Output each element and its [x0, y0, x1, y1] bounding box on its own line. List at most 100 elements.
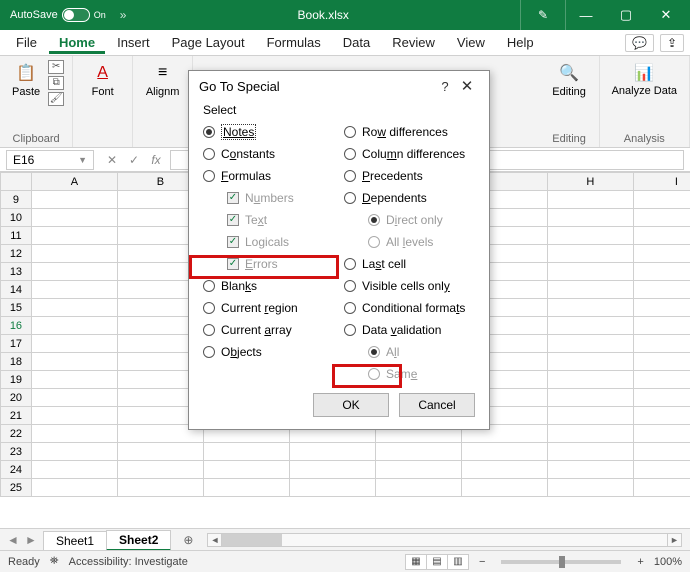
tab-pagelayout[interactable]: Page Layout — [162, 31, 255, 54]
cancel-button[interactable]: Cancel — [399, 393, 475, 417]
close-window-button[interactable]: ✕ — [646, 0, 686, 30]
ok-button[interactable]: OK — [313, 393, 389, 417]
option-constants[interactable]: Constants — [203, 145, 334, 163]
option-precedents[interactable]: Precedents — [344, 167, 475, 185]
sheet-tab-sheet1[interactable]: Sheet1 — [43, 531, 107, 550]
hscroll-right-icon[interactable]: ► — [667, 534, 681, 546]
zoom-level[interactable]: 100% — [654, 556, 682, 568]
editing-button[interactable]: 🔍 Editing — [548, 60, 591, 100]
hscroll-thumb[interactable] — [222, 534, 282, 546]
maximize-button[interactable]: ▢ — [606, 0, 646, 30]
formula-cancel[interactable]: ✕ — [102, 151, 122, 169]
format-painter-icon[interactable]: 🖌 — [48, 92, 64, 106]
minimize-button[interactable]: — — [566, 0, 606, 30]
alignment-button[interactable]: ≡ Alignm — [141, 60, 184, 100]
view-pagelayout-icon[interactable]: ▤ — [426, 554, 448, 570]
paste-button[interactable]: 📋 Paste — [8, 60, 44, 100]
option-dependents[interactable]: Dependents — [344, 189, 475, 207]
zoom-slider[interactable] — [501, 560, 621, 564]
option-visible-cells[interactable]: Visible cells only — [344, 277, 475, 295]
horizontal-scrollbar[interactable]: ◄ ► — [207, 533, 682, 547]
row-header[interactable]: 12 — [1, 245, 32, 263]
qat-more[interactable]: » — [120, 8, 127, 22]
accessibility-icon[interactable]: ⛯ — [50, 555, 59, 568]
tab-view[interactable]: View — [447, 31, 495, 54]
option-last-cell[interactable]: Last cell — [344, 255, 475, 273]
row-header[interactable]: 13 — [1, 263, 32, 281]
checkbox-icon: ✓ — [227, 192, 239, 204]
view-pagebreak-icon[interactable]: ▥ — [447, 554, 469, 570]
row-header[interactable]: 20 — [1, 389, 32, 407]
add-sheet-button[interactable]: ⊕ — [177, 533, 199, 547]
tab-review[interactable]: Review — [382, 31, 445, 54]
autosave-switch[interactable] — [62, 8, 90, 22]
row-header[interactable]: 24 — [1, 461, 32, 479]
comments-button[interactable]: 💬 — [625, 34, 654, 52]
tab-formulas[interactable]: Formulas — [257, 31, 331, 54]
radio-icon — [344, 126, 356, 138]
hscroll-left-icon[interactable]: ◄ — [208, 534, 222, 546]
zoom-in[interactable]: + — [637, 556, 643, 568]
option-notes[interactable]: Notes — [203, 123, 334, 141]
sheet-tab-sheet2[interactable]: Sheet2 — [106, 530, 171, 551]
name-box-dropdown-icon[interactable]: ▼ — [78, 155, 87, 165]
row-header[interactable]: 15 — [1, 299, 32, 317]
row-header[interactable]: 21 — [1, 407, 32, 425]
analyze-data-button[interactable]: 📊 Analyze Data — [608, 60, 681, 99]
font-button[interactable]: A Font — [81, 60, 124, 100]
accessibility-status[interactable]: Accessibility: Investigate — [69, 556, 188, 568]
option-text: ✓Text — [203, 211, 334, 229]
row-header[interactable]: 16 — [1, 317, 32, 335]
option-formulas[interactable]: Formulas — [203, 167, 334, 185]
option-current-region[interactable]: Current region — [203, 299, 334, 317]
view-normal-icon[interactable]: ▦ — [405, 554, 427, 570]
row-header[interactable]: 17 — [1, 335, 32, 353]
option-objects-label: Objects — [221, 345, 262, 359]
dialog-close-button[interactable]: ✕ — [455, 77, 479, 95]
row-header[interactable]: 11 — [1, 227, 32, 245]
option-blanks[interactable]: Blanks — [203, 277, 334, 295]
share-button[interactable]: ⇪ — [660, 34, 684, 52]
insert-function[interactable]: fx — [146, 151, 166, 169]
col-header[interactable]: A — [31, 173, 117, 191]
option-data-validation[interactable]: Data validation — [344, 321, 475, 339]
sheet-nav-next[interactable]: ► — [22, 533, 40, 547]
touch-mode-icon[interactable]: ✎ — [520, 0, 566, 30]
row-header[interactable]: 19 — [1, 371, 32, 389]
row-header[interactable]: 18 — [1, 353, 32, 371]
option-condfmt-label: Conditional formats — [362, 301, 465, 315]
option-column-differences[interactable]: Column differences — [344, 145, 475, 163]
row-header[interactable]: 10 — [1, 209, 32, 227]
select-all-corner[interactable] — [1, 173, 32, 191]
sheet-nav-prev[interactable]: ◄ — [4, 533, 22, 547]
tab-insert[interactable]: Insert — [107, 31, 160, 54]
radio-icon — [203, 324, 215, 336]
analyze-label: Analyze Data — [612, 86, 677, 97]
zoom-slider-knob[interactable] — [559, 556, 565, 568]
option-objects[interactable]: Objects — [203, 343, 334, 361]
autosave-toggle[interactable]: AutoSave On — [4, 8, 112, 22]
find-icon: 🔍 — [558, 62, 580, 84]
col-header[interactable]: I — [633, 173, 690, 191]
cut-icon[interactable]: ✂ — [48, 60, 64, 74]
option-conditional-formats[interactable]: Conditional formats — [344, 299, 475, 317]
tab-file[interactable]: File — [6, 31, 47, 54]
zoom-out[interactable]: − — [479, 556, 485, 568]
row-header[interactable]: 23 — [1, 443, 32, 461]
row-header[interactable]: 9 — [1, 191, 32, 209]
col-header[interactable]: H — [547, 173, 633, 191]
row-header[interactable]: 25 — [1, 479, 32, 497]
group-clipboard: 📋 Paste ✂ ⧉ 🖌 Clipboard — [0, 56, 73, 147]
tab-data[interactable]: Data — [333, 31, 380, 54]
option-row-differences[interactable]: Row differences — [344, 123, 475, 141]
formula-enter[interactable]: ✓ — [124, 151, 144, 169]
name-box[interactable]: E16 ▼ — [6, 150, 94, 170]
tab-help[interactable]: Help — [497, 31, 544, 54]
copy-icon[interactable]: ⧉ — [48, 76, 64, 90]
row-header[interactable]: 22 — [1, 425, 32, 443]
tab-home[interactable]: Home — [49, 31, 105, 54]
option-current-array[interactable]: Current array — [203, 321, 334, 339]
dialog-help-button[interactable]: ? — [435, 79, 455, 94]
option-logicals: ✓Logicals — [203, 233, 334, 251]
row-header[interactable]: 14 — [1, 281, 32, 299]
